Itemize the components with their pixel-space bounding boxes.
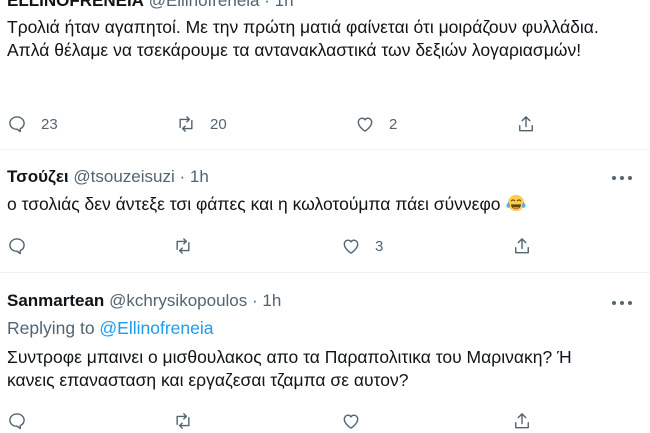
separator-dot: · [179, 167, 186, 186]
handle[interactable]: @Ellinofreneia [149, 0, 260, 10]
share-button[interactable] [516, 112, 536, 136]
retweet-button[interactable] [173, 409, 193, 433]
heart-icon [341, 236, 361, 256]
tweet-text: Συντροφε μπαινει ο μισθουλακος απο τα Πα… [7, 347, 572, 390]
share-icon [512, 236, 532, 256]
reply-icon [7, 114, 27, 134]
timestamp[interactable]: 1h [190, 167, 209, 186]
display-name[interactable]: Τσούζει [7, 167, 69, 186]
tweet-header: Τσούζει @tsouzeisuzi · 1h [7, 167, 209, 187]
like-button[interactable]: 3 [341, 234, 383, 258]
more-dot-icon [612, 176, 616, 180]
more-options-button[interactable] [612, 175, 632, 181]
more-dot-icon [620, 176, 624, 180]
separator-dot: · [252, 291, 258, 310]
tweet-text: ο τσολιάς δεν άντεξε τσι φάπες και η κωλ… [7, 194, 501, 214]
share-button[interactable] [512, 234, 532, 258]
retweet-button[interactable] [173, 234, 193, 258]
replying-to-label: Replying to [7, 318, 100, 338]
more-dot-icon [628, 301, 632, 305]
retweet-icon [173, 411, 193, 431]
reply-button[interactable]: 23 [7, 112, 58, 136]
tweet-text-row: ο τσολιάς δεν άντεξε τσι φάπες και η κωλ… [7, 193, 637, 216]
retweet-button[interactable]: 20 [176, 112, 227, 136]
handle[interactable]: @kchrysikopoulos [109, 291, 247, 310]
separator-dot: · [264, 0, 270, 10]
retweet-icon [173, 236, 193, 256]
more-dot-icon [628, 176, 632, 180]
display-name[interactable]: ELLINOFRENEIA [7, 0, 144, 10]
share-button[interactable] [512, 409, 532, 433]
display-name[interactable]: Sanmartean [7, 291, 104, 310]
tweet-header: ELLINOFRENEIA @Ellinofreneia · 1h [7, 0, 294, 11]
timestamp[interactable]: 1h [262, 291, 281, 310]
tweet-divider [0, 149, 650, 150]
tweet-actions: 3 [0, 234, 650, 258]
like-button[interactable] [341, 409, 361, 433]
face-with-tears-of-joy-icon [505, 193, 527, 213]
reply-button[interactable] [7, 409, 27, 433]
heart-icon [355, 114, 375, 134]
more-dot-icon [620, 301, 624, 305]
reply-count: 23 [41, 115, 58, 133]
more-dot-icon [612, 301, 616, 305]
retweet-count: 20 [210, 115, 227, 133]
tweet-actions: 23 20 2 [0, 112, 650, 136]
reply-icon [7, 411, 27, 431]
share-icon [512, 411, 532, 431]
more-options-button[interactable] [612, 300, 632, 306]
like-count: 3 [375, 237, 384, 255]
tweet-divider [0, 272, 650, 273]
replying-to: Replying to @Ellinofreneia [7, 318, 214, 339]
tweet-actions [0, 409, 650, 433]
share-icon [516, 114, 536, 134]
tweet-text: Τρολιά ήταν αγαπητοί. Με την πρώτη ματιά… [7, 17, 599, 60]
timestamp[interactable]: 1h [275, 0, 294, 10]
like-button[interactable]: 2 [355, 112, 397, 136]
reply-icon [7, 236, 27, 256]
retweet-icon [176, 114, 196, 134]
reply-button[interactable] [7, 234, 27, 258]
replying-to-link[interactable]: @Ellinofreneia [99, 318, 213, 338]
tweet-header: Sanmartean @kchrysikopoulos · 1h [7, 291, 281, 311]
like-count: 2 [389, 115, 398, 133]
handle[interactable]: @tsouzeisuzi [73, 167, 174, 186]
heart-icon [341, 411, 361, 431]
